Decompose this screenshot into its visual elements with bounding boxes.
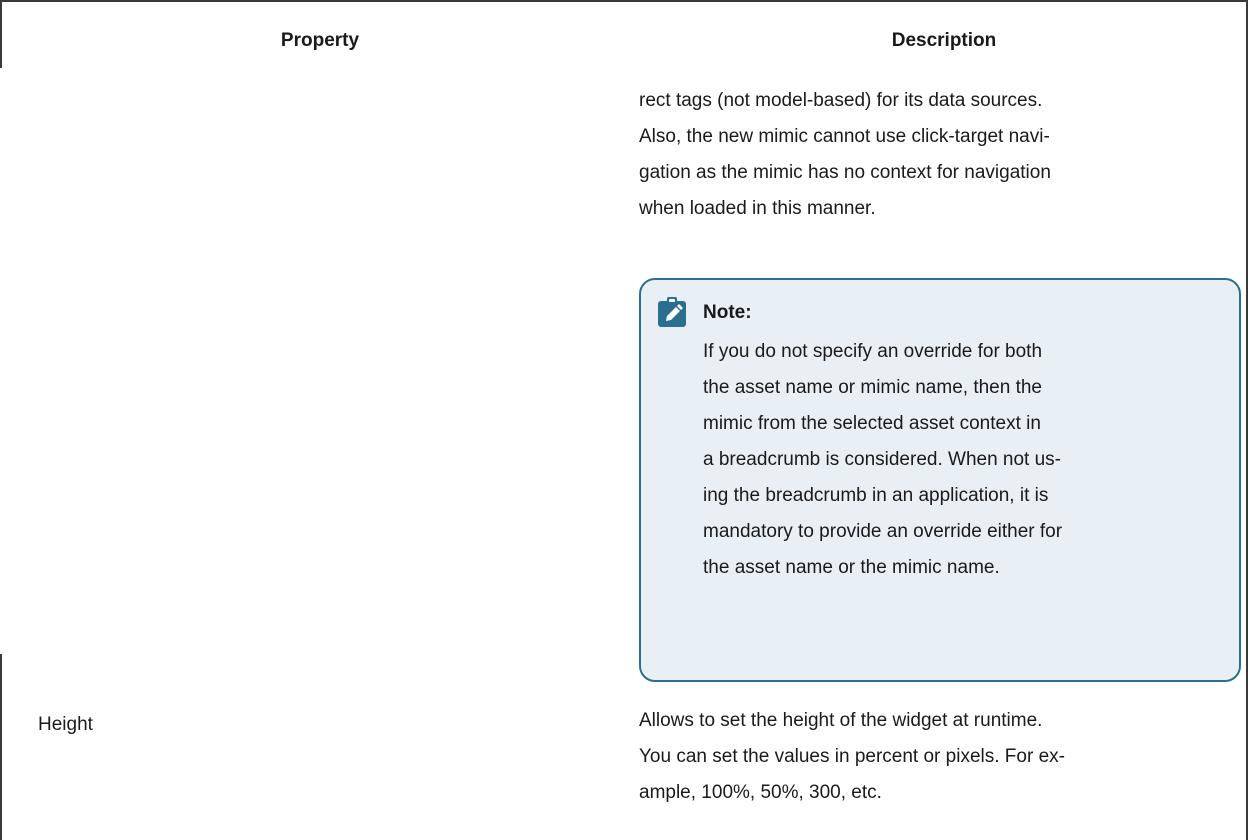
- properties-table: Property Description rect tags (not mode…: [0, 0, 1248, 840]
- column-header-property: Property: [280, 30, 360, 51]
- description-line: Also, the new mimic cannot use click-tar…: [639, 126, 1050, 147]
- pencil-clipboard-icon: [658, 297, 686, 327]
- note-line: the asset name or mimic name, then the: [703, 377, 1042, 398]
- note-line: the asset name or the mimic name.: [703, 557, 1000, 578]
- note-line: mimic from the selected asset context in: [703, 413, 1041, 434]
- note-line: If you do not specify an override for bo…: [703, 341, 1043, 362]
- description-line: when loaded in this manner.: [639, 198, 876, 219]
- note-callout: Note: If you do not specify an override …: [639, 278, 1241, 682]
- note-line: a breadcrumb is considered. When not us-: [703, 449, 1062, 470]
- note-line: ing the breadcrumb in an application, it…: [703, 485, 1049, 506]
- note-body: If you do not specify an override for bo…: [703, 334, 1223, 586]
- column-header-description: Description: [891, 30, 997, 51]
- description-line: Allows to set the height of the widget a…: [639, 710, 1043, 731]
- description-line: gation as the mimic has no context for n…: [639, 162, 1051, 183]
- description-line: rect tags (not model-based) for its data…: [639, 90, 1043, 111]
- description-line: You can set the values in percent or pix…: [639, 746, 1065, 767]
- property-name-height: Height: [38, 714, 93, 735]
- property-description-height: Allows to set the height of the widget a…: [639, 703, 1229, 811]
- table-left-border: [0, 654, 2, 840]
- description-line: ample, 100%, 50%, 300, etc.: [639, 782, 882, 803]
- table-top-border: [0, 0, 1248, 2]
- description-continued: rect tags (not model-based) for its data…: [639, 83, 1229, 227]
- note-line: mandatory to provide an override either …: [703, 521, 1063, 542]
- note-title: Note:: [703, 302, 752, 323]
